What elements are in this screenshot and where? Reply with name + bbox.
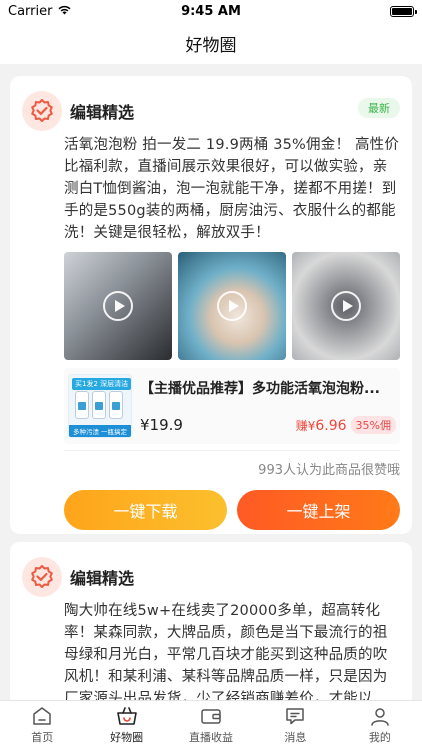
author-name: 编辑精选 bbox=[70, 103, 135, 122]
carrier-group: Carrier bbox=[8, 4, 72, 19]
video-thumbnail[interactable] bbox=[292, 252, 400, 360]
tab-label: 消息 bbox=[284, 731, 307, 744]
post-header: 编辑精选 bbox=[22, 556, 400, 598]
author-name: 编辑精选 bbox=[70, 569, 135, 588]
status-badge: 最新 bbox=[358, 98, 400, 118]
earn-value: 6.96 bbox=[315, 417, 347, 434]
earn-prefix: 赚¥ bbox=[295, 418, 316, 433]
product-image-tag: 买1发2 深层清洁 bbox=[72, 378, 131, 390]
product-price: ¥19.9 bbox=[140, 416, 183, 434]
badge-check-icon bbox=[31, 99, 53, 122]
product-info: 【主播优品推荐】多功能活氧泡泡粉... ¥19.9 赚¥6.96 35%佣 bbox=[140, 374, 396, 438]
video-thumbnail[interactable] bbox=[178, 252, 286, 360]
tab-label: 我的 bbox=[368, 731, 391, 744]
bottles-graphic bbox=[75, 391, 123, 419]
product-card[interactable]: 买1发2 深层清洁 多种污渍 一瓶搞定 【主播优品推荐】多功能活氧泡泡粉... … bbox=[64, 368, 400, 444]
tab-label: 直播收益 bbox=[189, 731, 234, 744]
product-image: 买1发2 深层清洁 多种污渍 一瓶搞定 bbox=[68, 374, 132, 438]
tab-goods-circle[interactable]: 好物圈 bbox=[84, 701, 168, 750]
post-header: 编辑精选 最新 bbox=[22, 90, 400, 132]
tab-home[interactable]: 首页 bbox=[0, 701, 84, 750]
wallet-icon bbox=[201, 709, 221, 724]
earn-amount: 赚¥6.96 bbox=[296, 417, 347, 434]
status-bar: Carrier 9:45 AM bbox=[0, 0, 422, 22]
wifi-icon bbox=[57, 4, 72, 19]
earnings: 赚¥6.96 35%佣 bbox=[296, 416, 396, 434]
post-text: 陶大帅在线5w+在线卖了20000多单，超高转化率！某森同款，大牌品质，颜色是当… bbox=[64, 603, 388, 700]
message-icon bbox=[286, 708, 305, 725]
tab-label: 好物圈 bbox=[110, 731, 144, 744]
post-card: 编辑精选 最新 活氧泡泡粉 拍一发二 19.9两桶 35%佣金！ 高性价比福利款… bbox=[10, 76, 412, 534]
tab-messages[interactable]: 消息 bbox=[253, 701, 337, 750]
carrier-label: Carrier bbox=[8, 3, 53, 19]
battery-icon bbox=[390, 5, 417, 17]
basket-icon bbox=[116, 707, 137, 725]
feed[interactable]: 编辑精选 最新 活氧泡泡粉 拍一发二 19.9两桶 35%佣金！ 高性价比福利款… bbox=[0, 64, 422, 700]
tab-label: 首页 bbox=[31, 731, 54, 744]
download-button[interactable]: 一键下载 bbox=[64, 490, 227, 530]
commission-badge: 35%佣 bbox=[350, 416, 396, 434]
play-icon bbox=[103, 291, 133, 321]
post-text: 活氧泡泡粉 拍一发二 19.9两桶 35%佣金！ 高性价比福利款，直播间展示效果… bbox=[64, 137, 400, 241]
product-image-caption: 多种污渍 一瓶搞定 bbox=[69, 425, 131, 437]
page-title: 好物圈 bbox=[185, 35, 237, 56]
list-product-button[interactable]: 一键上架 bbox=[237, 490, 400, 530]
play-icon bbox=[331, 291, 361, 321]
product-title: 【主播优品推荐】多功能活氧泡泡粉... bbox=[140, 381, 380, 397]
avatar[interactable] bbox=[22, 557, 62, 597]
nav-bar: 好物圈 bbox=[0, 22, 422, 64]
post-actions: 一键下载 一键上架 bbox=[64, 490, 400, 530]
media-gallery bbox=[64, 252, 400, 360]
post-card: 编辑精选 陶大帅在线5w+在线卖了20000多单，超高转化率！某森同款，大牌品质… bbox=[10, 542, 412, 700]
badge-check-icon bbox=[31, 565, 53, 588]
tab-profile[interactable]: 我的 bbox=[338, 701, 422, 750]
profile-icon bbox=[371, 708, 389, 726]
tab-bar: 首页 好物圈 直播收益 消息 我的 bbox=[0, 700, 422, 750]
likes-count: 993人认为此商品很赞哦 bbox=[64, 450, 400, 482]
tab-live-earnings[interactable]: 直播收益 bbox=[169, 701, 253, 750]
avatar[interactable] bbox=[22, 91, 62, 131]
home-icon bbox=[33, 707, 51, 725]
play-icon bbox=[217, 291, 247, 321]
video-thumbnail[interactable] bbox=[64, 252, 172, 360]
